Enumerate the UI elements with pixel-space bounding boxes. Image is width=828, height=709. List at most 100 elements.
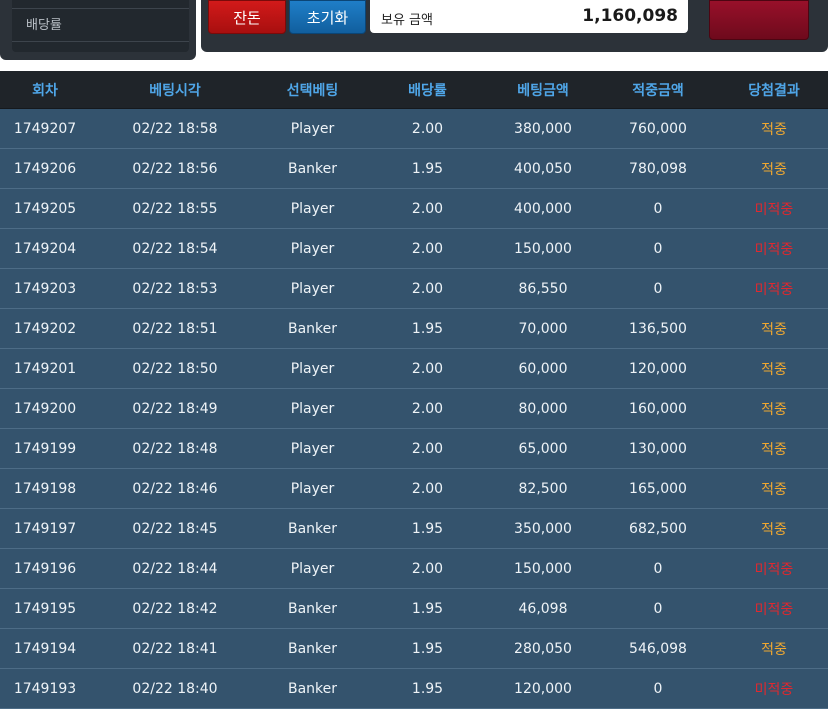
cell-round: 1749199 — [13, 440, 77, 457]
cell-pick: Banker — [287, 160, 338, 177]
cell-win-amount: 0 — [653, 600, 663, 617]
cell-bet-amount: 150,000 — [514, 240, 572, 257]
table-row: 1749200 02/22 18:49 Player 2.00 80,000 160,00… — [0, 389, 828, 429]
cell-bet-amount: 350,000 — [514, 520, 572, 537]
cell-round: 1749195 — [13, 600, 77, 617]
cell-odds: 1.95 — [411, 640, 444, 657]
cell-result: 미적중 — [754, 601, 794, 618]
table-row: 1749204 02/22 18:54 Player 2.00 150,000 0 미적중 — [0, 229, 828, 269]
table-row: 1749202 02/22 18:51 Banker 1.95 70,000 136,50… — [0, 309, 828, 349]
cell-win-amount: 130,000 — [629, 440, 687, 457]
balance-value: 1,160,098 — [582, 6, 678, 26]
cell-result: 미적중 — [754, 281, 794, 298]
cell-bet-amount: 60,000 — [518, 360, 568, 377]
header-pick: 선택베팅 — [286, 82, 339, 99]
cell-result: 미적중 — [754, 241, 794, 258]
cell-round: 1749203 — [13, 280, 77, 297]
cell-bet-amount: 46,098 — [518, 600, 568, 617]
cell-round: 1749207 — [13, 120, 77, 137]
cell-odds: 2.00 — [411, 360, 444, 377]
table-row: 1749207 02/22 18:58 Player 2.00 380,000 760,0… — [0, 109, 828, 149]
cell-pick: Player — [290, 480, 335, 497]
cell-result: 적중 — [761, 321, 787, 338]
cell-pick: Player — [290, 280, 335, 297]
top-panel: 배당률 잔돈 초기화 보유 금액 1,160,098 — [0, 0, 828, 60]
cell-result: 적중 — [761, 121, 787, 138]
cell-odds: 2.00 — [411, 440, 444, 457]
table-row: 1749199 02/22 18:48 Player 2.00 65,000 130,00… — [0, 429, 828, 469]
balance-box: 보유 금액 1,160,098 — [370, 0, 688, 33]
cell-win-amount: 682,500 — [629, 520, 687, 537]
cell-win-amount: 760,000 — [629, 120, 687, 137]
cell-win-amount: 546,098 — [629, 640, 687, 657]
table-body: 1749207 02/22 18:58 Player 2.00 380,000 760,0… — [0, 109, 828, 709]
cell-round: 1749193 — [13, 680, 77, 697]
cell-bet-time: 02/22 18:58 — [132, 120, 218, 137]
cell-odds: 1.95 — [411, 680, 444, 697]
cell-round: 1749201 — [13, 360, 77, 377]
cell-bet-amount: 65,000 — [518, 440, 568, 457]
cell-round: 1749202 — [13, 320, 77, 337]
header-round: 회차 — [32, 82, 58, 99]
cell-round: 1749196 — [13, 560, 77, 577]
cell-bet-time: 02/22 18:41 — [132, 640, 218, 657]
cell-bet-amount: 70,000 — [518, 320, 568, 337]
cell-round: 1749198 — [13, 480, 77, 497]
odds-panel: 배당률 — [0, 0, 196, 60]
table-header: 회차 베팅시각 선택베팅 배당률 베팅금액 적중금액 당첨결과 — [0, 71, 828, 109]
cell-win-amount: 120,000 — [629, 360, 687, 377]
cell-odds: 2.00 — [411, 560, 444, 577]
cell-bet-time: 02/22 18:46 — [132, 480, 218, 497]
cell-round: 1749197 — [13, 520, 77, 537]
change-button[interactable]: 잔돈 — [208, 0, 286, 34]
cell-bet-time: 02/22 18:54 — [132, 240, 218, 257]
header-bet-time: 베팅시각 — [149, 82, 201, 99]
cell-result: 미적중 — [754, 561, 794, 578]
header-result: 당첨결과 — [748, 82, 800, 99]
cell-result: 미적중 — [754, 201, 794, 218]
cell-pick: Banker — [287, 680, 338, 697]
cell-odds: 2.00 — [411, 480, 444, 497]
cell-bet-amount: 150,000 — [514, 560, 572, 577]
cell-pick: Player — [290, 240, 335, 257]
cell-bet-amount: 280,050 — [514, 640, 572, 657]
cell-result: 적중 — [761, 641, 787, 658]
cell-odds: 2.00 — [411, 120, 444, 137]
cell-bet-time: 02/22 18:40 — [132, 680, 218, 697]
cell-bet-amount: 120,000 — [514, 680, 572, 697]
cell-win-amount: 136,500 — [629, 320, 687, 337]
cell-result: 적중 — [761, 401, 787, 418]
cell-bet-time: 02/22 18:48 — [132, 440, 218, 457]
cell-win-amount: 0 — [653, 560, 663, 577]
cell-odds: 1.95 — [411, 160, 444, 177]
cell-win-amount: 160,000 — [629, 400, 687, 417]
table-row: 1749196 02/22 18:44 Player 2.00 150,000 0 미적중 — [0, 549, 828, 589]
cell-pick: Player — [290, 560, 335, 577]
cell-bet-amount: 82,500 — [518, 480, 568, 497]
cell-odds: 1.95 — [411, 520, 444, 537]
cell-bet-time: 02/22 18:51 — [132, 320, 218, 337]
cell-odds: 1.95 — [411, 320, 444, 337]
cell-pick: Banker — [287, 320, 338, 337]
cell-bet-amount: 86,550 — [518, 280, 568, 297]
reset-button[interactable]: 초기화 — [289, 0, 366, 34]
cell-round: 1749194 — [13, 640, 77, 657]
cell-odds: 2.00 — [411, 200, 444, 217]
cell-round: 1749205 — [13, 200, 77, 217]
divider — [12, 8, 189, 9]
divider — [12, 41, 189, 42]
cell-result: 적중 — [761, 521, 787, 538]
bet-control-panel: 잔돈 초기화 보유 금액 1,160,098 — [201, 0, 828, 52]
cell-result: 적중 — [761, 441, 787, 458]
bet-button[interactable] — [709, 0, 809, 40]
table-row: 1749195 02/22 18:42 Banker 1.95 46,098 0 미적중 — [0, 589, 828, 629]
cell-bet-amount: 400,050 — [514, 160, 572, 177]
cell-bet-time: 02/22 18:44 — [132, 560, 218, 577]
cell-round: 1749200 — [13, 400, 77, 417]
cell-odds: 1.95 — [411, 600, 444, 617]
cell-win-amount: 0 — [653, 240, 663, 257]
cell-bet-time: 02/22 18:56 — [132, 160, 218, 177]
cell-bet-time: 02/22 18:42 — [132, 600, 218, 617]
cell-bet-amount: 80,000 — [518, 400, 568, 417]
cell-pick: Player — [290, 440, 335, 457]
